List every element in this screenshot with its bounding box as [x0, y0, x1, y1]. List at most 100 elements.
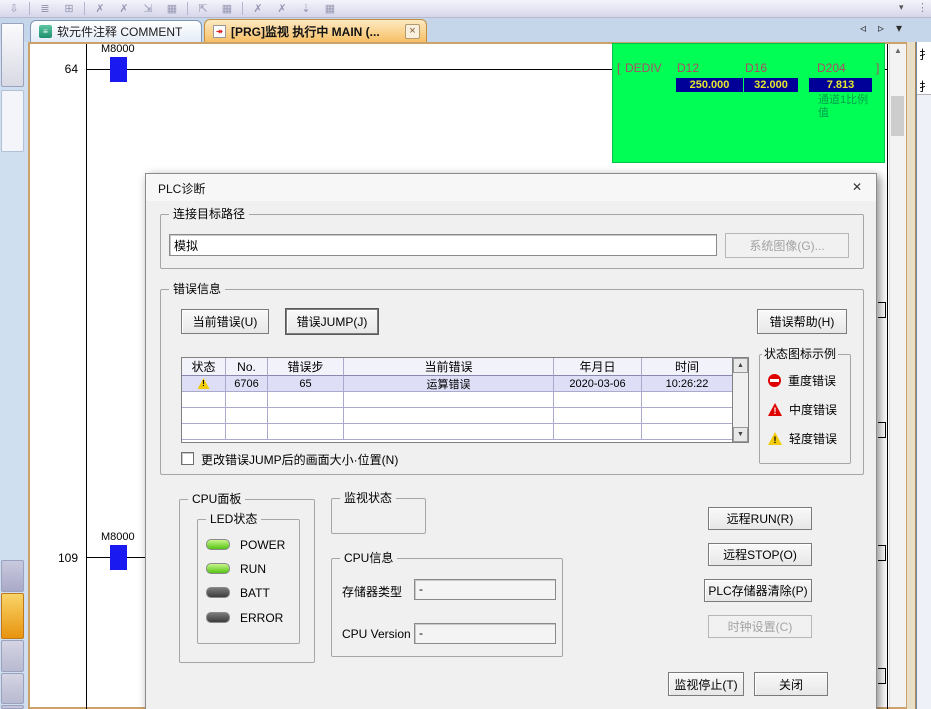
table-scroll-up-icon[interactable]: ▲: [733, 358, 748, 373]
error-table-empty-row[interactable]: [182, 408, 748, 424]
tab-close-button[interactable]: ×: [405, 24, 420, 39]
legend-minor: ! 轻度错误: [768, 430, 837, 447]
table-scrollbar[interactable]: ▲ ▼: [732, 358, 748, 442]
left-dock-button[interactable]: [1, 705, 24, 709]
memory-type-label: 存储器类型: [342, 583, 402, 600]
contact-device-label: M8000: [101, 43, 135, 55]
monitor-value-d16: 32.000: [744, 78, 798, 92]
cpu-panel-group: CPU面板 LED状态 POWER RUN BATT ERROR: [179, 499, 315, 663]
run-led-label: RUN: [240, 562, 266, 576]
toolbar-separator: [187, 2, 188, 15]
device-comment-tab-icon: ≡: [39, 25, 52, 38]
tab-device-comment[interactable]: ≡ 软元件注释 COMMENT: [30, 20, 202, 42]
error-help-button[interactable]: 错误帮助(H): [757, 309, 847, 334]
contact-m8000[interactable]: [110, 545, 127, 570]
connection-path-group-label: 连接目标路径: [169, 207, 249, 222]
toolbar-icon-6[interactable]: ▦: [163, 2, 181, 16]
tab-list-menu-icon[interactable]: ▾: [892, 21, 906, 35]
current-error-button[interactable]: 当前错误(U): [181, 309, 269, 334]
error-jump-button[interactable]: 错误JUMP(J): [286, 309, 378, 334]
left-dock-button-active[interactable]: [1, 593, 24, 639]
power-led-label: POWER: [240, 538, 285, 552]
editor-vertical-scrollbar[interactable]: [889, 44, 906, 707]
connection-path-group: 连接目标路径 模拟 系统图像(G)...: [160, 214, 864, 269]
error-table-empty-row[interactable]: [182, 392, 748, 408]
toolbar-icon-11[interactable]: ⇣: [297, 2, 315, 16]
batt-led: [206, 587, 230, 598]
toolbar-icon-10[interactable]: ✗: [273, 2, 291, 16]
rung-step-number: 64: [40, 62, 78, 76]
error-led: [206, 612, 230, 623]
dialog-title-bar[interactable]: PLC诊断: [146, 174, 876, 201]
editor-right-frame: [906, 42, 916, 709]
instruction-end-bracket: [878, 668, 886, 684]
remote-stop-button[interactable]: 远程STOP(O): [708, 543, 812, 566]
plc-memory-clear-button[interactable]: PLC存储器清除(P): [704, 579, 812, 602]
system-image-button[interactable]: 系统图像(G)...: [725, 233, 849, 258]
batt-led-label: BATT: [240, 586, 270, 600]
jump-resize-checkbox-label: 更改错误JUMP后的画面大小·位置(N): [201, 451, 398, 468]
toolbar-icon-0[interactable]: ⇩: [5, 2, 23, 16]
monitor-status-group: 监视状态: [331, 498, 426, 534]
monitor-stop-button[interactable]: 监视停止(T): [668, 672, 744, 696]
toolbar-icon-1[interactable]: ≣: [36, 2, 54, 16]
tab-prg-monitor-main[interactable]: ↠ [PRG]监视 执行中 MAIN (...: [204, 19, 427, 42]
col-no: No.: [226, 358, 268, 376]
toolbar-icon-9[interactable]: ✗: [249, 2, 267, 16]
rung-line: [86, 69, 613, 70]
col-time: 时间: [642, 358, 733, 376]
toolbar-separator: [84, 2, 85, 15]
cpu-info-group: CPU信息 存储器类型 - CPU Version -: [331, 558, 563, 657]
led-status-group: LED状态 POWER RUN BATT ERROR: [197, 519, 300, 644]
scroll-up-icon[interactable]: ▲: [890, 46, 906, 55]
power-led: [206, 539, 230, 550]
toolbar-icon-12[interactable]: ▦: [321, 2, 339, 16]
tab-scroll-left-icon[interactable]: ◃: [856, 21, 870, 35]
legend-severe: 重度错误: [768, 372, 836, 389]
toolbar-icon-7[interactable]: ⇱: [194, 2, 212, 16]
instruction-end-bracket: [878, 545, 886, 561]
toolbar-icon-4[interactable]: ✗: [115, 2, 133, 16]
error-info-group: 错误信息 当前错误(U) 错误JUMP(J) 错误帮助(H) 状态 No. 错误…: [160, 289, 864, 475]
left-dock-button[interactable]: [1, 23, 24, 87]
left-dock-button[interactable]: [1, 640, 24, 672]
dediv-instruction-block[interactable]: [ DEDIV D12 D16 D204 ] 250.000 32.000 7.…: [613, 44, 884, 162]
error-table-empty-row[interactable]: [182, 424, 748, 440]
ladder-left-rail: [86, 44, 87, 709]
connection-path-input[interactable]: 模拟: [169, 234, 717, 256]
cpu-version-value: -: [414, 623, 556, 644]
monitor-value-d204: 7.813: [809, 78, 872, 92]
error-table-row[interactable]: ! 6706 65 运算错误 2020-03-06 10:26:22: [182, 376, 748, 392]
led-status-label: LED状态: [206, 512, 261, 527]
tab-scroll-right-icon[interactable]: ▹: [874, 21, 888, 35]
contact-m8000[interactable]: [110, 57, 127, 82]
toolbar-grip-icon[interactable]: ⋮: [917, 1, 928, 14]
clipped-panel-text: 扌: [919, 78, 931, 95]
col-status: 状态: [182, 358, 226, 376]
table-scroll-down-icon[interactable]: ▼: [733, 427, 748, 442]
toolbar-icon-3[interactable]: ✗: [91, 2, 109, 16]
dialog-title: PLC诊断: [158, 180, 205, 197]
tab-prg-monitor-label: [PRG]监视 执行中 MAIN (...: [231, 23, 380, 40]
scrollbar-thumb[interactable]: [891, 96, 904, 136]
col-error-step: 错误步: [268, 358, 344, 376]
remote-run-button[interactable]: 远程RUN(R): [708, 507, 812, 530]
operand-device-1: D12: [677, 61, 699, 75]
left-dock-button[interactable]: [1, 673, 24, 704]
error-led-label: ERROR: [240, 611, 283, 625]
instruction-end-bracket: [878, 422, 886, 438]
plc-diagnostics-dialog: PLC诊断 ✕ 连接目标路径 模拟 系统图像(G)... 错误信息 当前错误(U…: [145, 173, 877, 709]
jump-resize-checkbox[interactable]: [181, 452, 194, 465]
clock-setting-button[interactable]: 时钟设置(C): [708, 615, 812, 638]
dialog-close-icon[interactable]: ✕: [848, 180, 866, 196]
prg-monitor-tab-icon: ↠: [213, 25, 226, 38]
toolbar-overflow-icon[interactable]: ▾: [899, 2, 904, 13]
close-button[interactable]: 关闭: [754, 672, 828, 696]
clipped-panel-text: 扌: [919, 46, 931, 63]
toolbar-icon-5[interactable]: ⇲: [139, 2, 157, 16]
left-dock-button[interactable]: [1, 560, 24, 592]
operand-device-2: D16: [745, 61, 767, 75]
toolbar-icon-8[interactable]: ▦: [218, 2, 236, 16]
toolbar-icon-2[interactable]: ⊞: [60, 2, 78, 16]
instruction-close-bracket: ]: [876, 61, 879, 75]
